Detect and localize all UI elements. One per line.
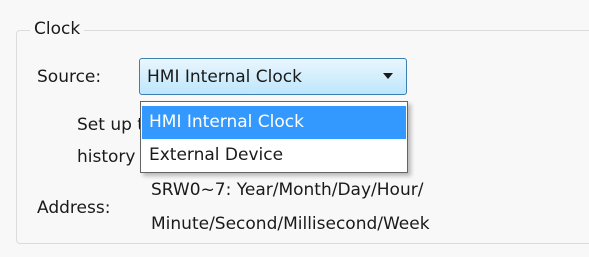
- clock-group-title: Clock: [30, 18, 85, 40]
- chevron-down-icon[interactable]: [383, 73, 393, 79]
- address-value-line-1: SRW0~7: Year/Month/Day/Hour/: [151, 180, 424, 200]
- clock-settings-panel: Clock Source: HMI Internal Clock Set up …: [0, 0, 589, 257]
- address-label: Address:: [37, 198, 111, 218]
- source-label: Source:: [37, 67, 102, 87]
- dropdown-option-external-device[interactable]: External Device: [142, 139, 406, 172]
- source-combobox[interactable]: HMI Internal Clock: [139, 58, 407, 95]
- address-value-line-2: Minute/Second/Millisecond/Week: [151, 214, 430, 234]
- dropdown-option-hmi-internal-clock[interactable]: HMI Internal Clock: [142, 106, 406, 139]
- source-dropdown-list: HMI Internal Clock External Device: [140, 101, 408, 173]
- source-combobox-value: HMI Internal Clock: [147, 67, 302, 87]
